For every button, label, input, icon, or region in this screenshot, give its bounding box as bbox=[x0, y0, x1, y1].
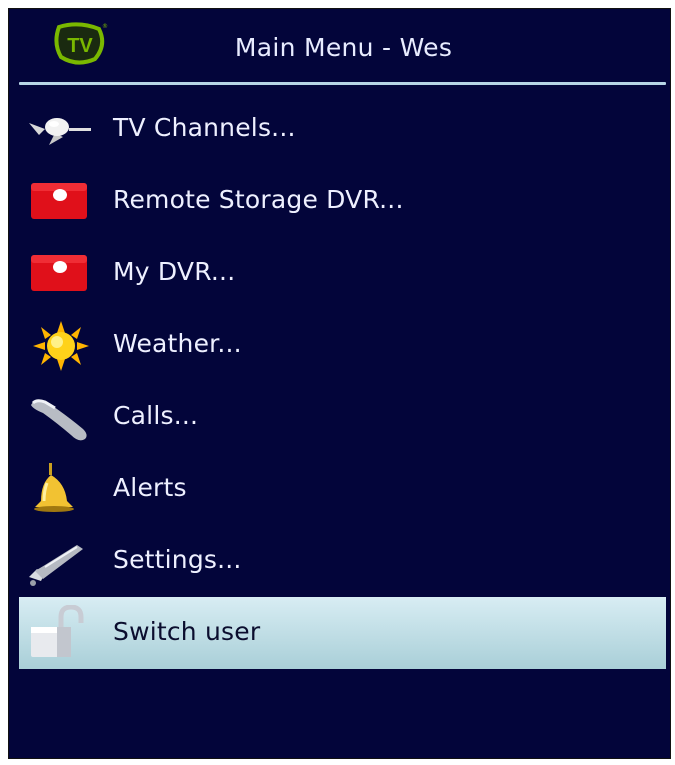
svg-text:®: ® bbox=[102, 23, 108, 30]
menu-item-label: Weather... bbox=[113, 329, 242, 358]
phone-handset-icon bbox=[31, 399, 87, 441]
menu-item-label: TV Channels... bbox=[113, 113, 296, 142]
record-icon bbox=[31, 183, 87, 219]
unlocked-padlock-icon bbox=[31, 605, 84, 657]
menu-item-calls[interactable]: Calls... bbox=[19, 381, 666, 453]
record-icon bbox=[31, 255, 87, 291]
menu-item-my-dvr[interactable]: My DVR... bbox=[19, 237, 666, 309]
menu-item-settings[interactable]: Settings... bbox=[19, 525, 666, 597]
menu-item-weather[interactable]: Weather... bbox=[19, 309, 666, 381]
menu-item-label: My DVR... bbox=[113, 257, 236, 286]
menu-item-label: Settings... bbox=[113, 545, 242, 574]
menu-item-label: Calls... bbox=[113, 401, 199, 430]
menu-item-label: Remote Storage DVR... bbox=[113, 185, 404, 214]
menu-item-alerts[interactable]: Alerts bbox=[19, 453, 666, 525]
menu-item-remote-storage-dvr[interactable]: Remote Storage DVR... bbox=[19, 165, 666, 237]
satellite-icon bbox=[29, 118, 91, 145]
header: TV ® Main Menu - Wes bbox=[9, 9, 670, 85]
main-menu-screen: TV ® Main Menu - Wes TV Channels... Remo… bbox=[8, 8, 671, 759]
menu-item-label: Switch user bbox=[113, 617, 261, 646]
sun-icon bbox=[33, 321, 89, 371]
menu-item-label: Alerts bbox=[113, 473, 187, 502]
page-title: Main Menu - Wes bbox=[234, 33, 453, 62]
wrench-icon bbox=[29, 545, 83, 586]
menu-item-switch-user[interactable]: Switch user bbox=[19, 597, 666, 669]
menu-item-tv-channels[interactable]: TV Channels... bbox=[19, 93, 666, 165]
bell-icon bbox=[34, 463, 74, 512]
header-divider bbox=[19, 82, 666, 85]
main-menu-list: TV Channels... Remote Storage DVR... My … bbox=[9, 93, 670, 669]
